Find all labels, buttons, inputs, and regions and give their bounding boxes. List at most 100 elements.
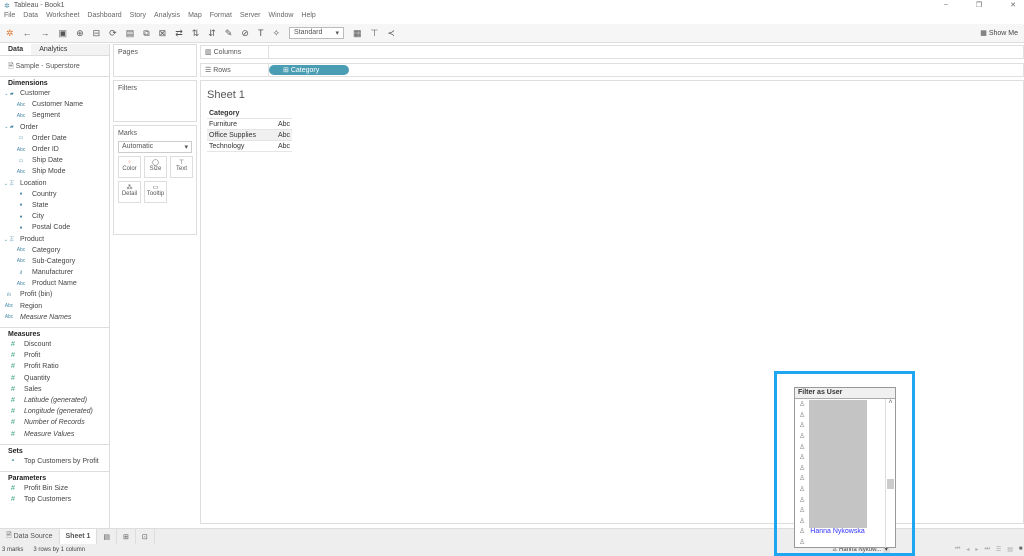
show-sheet-sorter-icon[interactable]: ☰ [996, 546, 1001, 553]
group-icon[interactable]: ⊘ [241, 28, 249, 39]
tabs-icon[interactable]: ■ [1019, 546, 1023, 553]
field-item[interactable]: Abc Ship Mode [0, 166, 109, 177]
menu-window[interactable]: Window [269, 12, 294, 23]
tableau-home-icon[interactable]: ✲ [6, 28, 14, 39]
field-item[interactable]: # Quantity [0, 373, 109, 384]
field-item[interactable]: Abc Category [0, 245, 109, 256]
field-item[interactable]: ● Postal Code [0, 222, 109, 233]
field-item[interactable]: ● Country [0, 189, 109, 200]
first-icon[interactable]: ⏮ [955, 546, 960, 553]
menu-analysis[interactable]: Analysis [154, 12, 180, 23]
columns-shelf[interactable]: ▥ Columns [200, 45, 1024, 59]
field-item[interactable]: # Sales [0, 384, 109, 395]
field-item[interactable]: ⌄ ⏄ Product [0, 233, 109, 244]
next-icon[interactable]: ▸ [975, 546, 978, 553]
field-item[interactable]: # Top Customers [0, 494, 109, 505]
field-item[interactable]: # Measure Values [0, 428, 109, 439]
field-item[interactable]: ▭ Ship Date [0, 155, 109, 166]
pages-shelf[interactable]: Pages [113, 44, 197, 77]
table-row[interactable]: Furniture Abc [207, 119, 292, 130]
sort-asc-icon[interactable]: ⇅ [192, 28, 200, 39]
field-item[interactable]: ⌄ ▰ Customer [0, 88, 109, 99]
menu-dashboard[interactable]: Dashboard [87, 12, 121, 23]
field-item[interactable]: ● City [0, 211, 109, 222]
field-item[interactable]: ∂ Manufacturer [0, 267, 109, 278]
prev-icon[interactable]: ◂ [966, 546, 969, 553]
field-item[interactable]: Abc Product Name [0, 278, 109, 289]
pin-icon[interactable]: ✧ [272, 28, 280, 39]
category-pill[interactable]: ⊞ Category [269, 65, 349, 75]
filters-shelf[interactable]: Filters [113, 80, 197, 122]
labels-icon[interactable]: T [258, 28, 264, 38]
menu-map[interactable]: Map [188, 12, 202, 23]
field-item[interactable]: Abc Order ID [0, 144, 109, 155]
field-item[interactable]: ● State [0, 200, 109, 211]
field-item[interactable]: # Profit Ratio [0, 361, 109, 372]
field-item[interactable]: Abc Sub-Category [0, 256, 109, 267]
save-icon[interactable]: ▣ [59, 28, 68, 39]
new-worksheet-icon[interactable]: ▤ [97, 529, 118, 544]
field-item[interactable]: ⌄ ⏄ Location [0, 178, 109, 189]
detail-button[interactable]: ⁂ Detail [118, 181, 141, 203]
show-cards-icon[interactable]: ▦ [353, 28, 362, 39]
field-item[interactable]: ▭ Order Date [0, 133, 109, 144]
menu-file[interactable]: File [4, 12, 15, 23]
menu-server[interactable]: Server [240, 12, 261, 23]
datasource-item[interactable]: 🗎 Sample - Superstore [0, 56, 109, 76]
field-item[interactable]: # Discount [0, 339, 109, 350]
filmstrip-icon[interactable]: ▤ [1007, 546, 1013, 553]
size-button[interactable]: ◯ Size [144, 156, 167, 178]
menu-story[interactable]: Story [130, 12, 146, 23]
menu-help[interactable]: Help [301, 12, 315, 23]
share-icon[interactable]: ≺ [387, 28, 395, 39]
swap-icon[interactable]: ⇄ [175, 28, 183, 39]
field-item[interactable]: Abc Region [0, 301, 109, 312]
tab-data[interactable]: Data [0, 44, 31, 55]
field-item[interactable]: # Latitude (generated) [0, 395, 109, 406]
rows-shelf[interactable]: ☰ Rows ⊞ Category [200, 63, 1024, 77]
field-item[interactable]: # Number of Records [0, 417, 109, 428]
last-icon[interactable]: ⏭ [984, 546, 989, 553]
new-story-icon[interactable]: ⊡ [136, 529, 155, 544]
field-item[interactable]: # Profit Bin Size [0, 483, 109, 494]
text-button[interactable]: ⊤ Text [170, 156, 193, 178]
new-datasource-icon[interactable]: ⊕ [76, 28, 84, 39]
sheet1-tab[interactable]: Sheet 1 [59, 529, 98, 544]
sheet-navigation[interactable]: ⏮ ◂ ▸ ⏭ ☰ ▤ ■ [955, 546, 1023, 553]
fit-select[interactable]: Standard ▾ [288, 27, 344, 39]
table-row[interactable]: Office Supplies Abc [207, 130, 292, 141]
tab-analytics[interactable]: Analytics [31, 44, 109, 55]
new-dashboard-icon[interactable]: ⊞ [117, 529, 136, 544]
menu-worksheet[interactable]: Worksheet [46, 12, 79, 23]
highlight-icon[interactable]: ✎ [225, 28, 233, 39]
table-row[interactable]: Technology Abc [207, 141, 292, 152]
sort-desc-icon[interactable]: ⇵ [208, 28, 216, 39]
field-item[interactable]: ⚭ Top Customers by Profit [0, 456, 109, 467]
menu-data[interactable]: Data [23, 12, 38, 23]
new-sheet-icon[interactable]: ▤ [126, 28, 135, 39]
field-item[interactable]: # Longitude (generated) [0, 406, 109, 417]
field-item[interactable]: Abc Customer Name [0, 99, 109, 110]
minimize-button[interactable]: – [944, 1, 948, 9]
data-source-tab[interactable]: 🗎 Data Source [0, 529, 60, 544]
pause-icon[interactable]: ⊟ [93, 28, 101, 39]
field-item[interactable]: ⌄ ▰ Order [0, 122, 109, 133]
menu-format[interactable]: Format [210, 12, 232, 23]
color-button[interactable]: ⁘ Color [118, 156, 141, 178]
close-button[interactable]: ✕ [1010, 1, 1016, 9]
presentation-icon[interactable]: ⊤ [371, 28, 379, 39]
field-item[interactable]: Abc Segment [0, 110, 109, 121]
duplicate-icon[interactable]: ⧉ [143, 28, 149, 39]
restore-button[interactable]: ❐ [976, 1, 982, 9]
tooltip-button[interactable]: ▭ Tooltip [144, 181, 167, 203]
redo-icon[interactable]: → [41, 28, 50, 38]
field-item[interactable]: ılı Profit (bin) [0, 289, 109, 300]
undo-icon[interactable]: ← [23, 28, 32, 38]
field-item[interactable]: # Profit [0, 350, 109, 361]
field-item[interactable]: Abc Measure Names [0, 312, 109, 323]
clear-icon[interactable]: ⊠ [159, 28, 167, 39]
show-me-button[interactable]: ▦ Show Me [980, 29, 1018, 37]
refresh-icon[interactable]: ⟳ [109, 28, 117, 39]
mark-type-select[interactable]: Automatic ▾ [118, 141, 192, 153]
tableau-logo-icon: ✲ [4, 2, 10, 10]
